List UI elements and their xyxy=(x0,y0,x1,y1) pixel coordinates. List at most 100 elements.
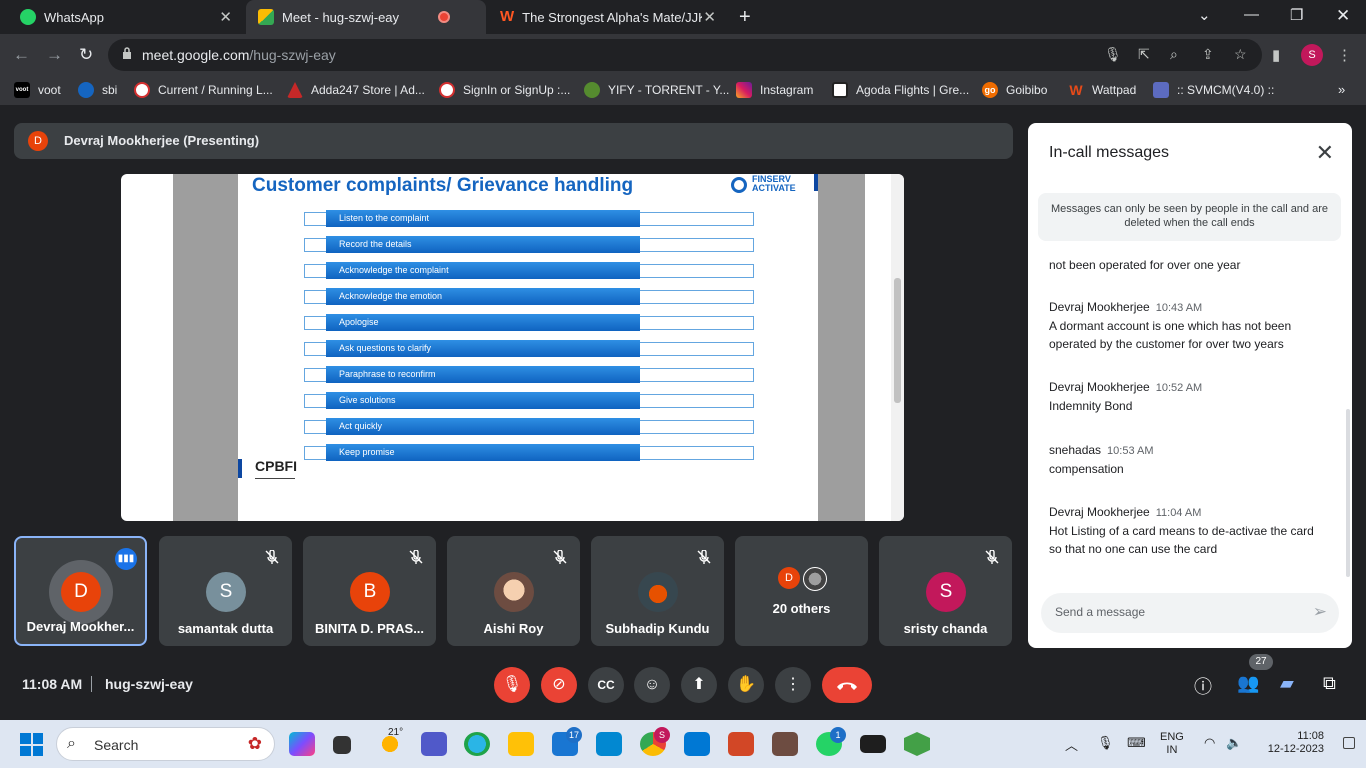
tab-title: The Strongest Alpha's Mate/JJK xyxy=(522,9,703,25)
leave-call-button[interactable] xyxy=(822,667,872,703)
present-button[interactable]: ⬆ xyxy=(681,667,717,703)
lock-icon xyxy=(123,47,131,59)
participant-name: sristy chanda xyxy=(903,621,988,636)
more-bookmarks-icon[interactable]: » xyxy=(1338,82,1345,97)
chat-message-input[interactable]: Send a message ➢ xyxy=(1041,593,1339,633)
wifi-icon[interactable]: ◠ xyxy=(1204,735,1215,751)
vscode-icon[interactable] xyxy=(684,732,710,756)
language-indicator[interactable]: ENG IN xyxy=(1160,731,1184,757)
tab-wattpad[interactable]: W The Strongest Alpha's Mate/JJK ✕ xyxy=(488,0,728,34)
chat-icon[interactable]: ▰ xyxy=(1280,673,1294,694)
browser-tab-bar: WhatsApp ✕ Meet - hug-szwj-eay W The Str… xyxy=(0,0,1366,34)
brand-text: FINSERV ACTIVATE xyxy=(752,175,796,193)
chat-title: In-call messages xyxy=(1049,144,1170,161)
mic-toggle-button[interactable]: 🎙 xyxy=(494,667,530,703)
open-external-icon[interactable]: ⇱ xyxy=(1138,46,1150,63)
terminal-icon[interactable] xyxy=(860,735,886,753)
meeting-info-icon[interactable]: ⓘ xyxy=(1194,673,1212,699)
back-icon[interactable]: ← xyxy=(13,45,30,65)
chat-message: snehadas 10:53 AM compensation xyxy=(1049,441,1329,478)
bookmark-yify[interactable]: YIFY - TORRENT - Y... xyxy=(584,82,729,98)
footer-accent-bar xyxy=(238,459,242,478)
mic-off-icon xyxy=(553,550,567,564)
finserv-logo-icon xyxy=(731,177,747,193)
captions-button[interactable]: CC xyxy=(588,667,624,703)
forward-icon[interactable]: → xyxy=(46,45,63,65)
restore-icon[interactable]: ❐ xyxy=(1290,6,1303,24)
bookmark-adda247[interactable]: Adda247 Store | Ad... xyxy=(287,82,425,98)
activities-icon[interactable]: ⧉ xyxy=(1323,673,1336,694)
notification-icon[interactable] xyxy=(1343,737,1355,749)
close-window-icon[interactable]: ✕ xyxy=(1336,6,1350,26)
bookmark-instagram[interactable]: Instagram xyxy=(736,82,813,98)
edge-icon[interactable] xyxy=(464,732,490,756)
others-tile[interactable]: D 20 others xyxy=(735,536,868,646)
emoji-icon: ☺ xyxy=(643,676,661,693)
participant-tile[interactable]: S samantak dutta xyxy=(159,536,292,646)
close-tab-icon[interactable]: ✕ xyxy=(219,8,232,26)
close-icon[interactable]: ✕ xyxy=(1316,140,1334,166)
bookmark-current-running[interactable]: Current / Running L... xyxy=(134,82,273,98)
nodejs-icon[interactable] xyxy=(904,732,930,756)
mic-off-icon xyxy=(985,550,999,564)
participant-tile[interactable]: S sristy chanda xyxy=(879,536,1012,646)
send-icon[interactable]: ➢ xyxy=(1313,602,1327,622)
message-text: Indemnity Bond xyxy=(1049,399,1133,413)
camera-toggle-button[interactable]: ⊘ xyxy=(541,667,577,703)
taskbar-clock[interactable]: 11:08 12-12-2023 xyxy=(1258,730,1324,756)
minimize-icon[interactable]: — xyxy=(1244,6,1259,23)
participant-tile[interactable]: B BINITA D. PRAS... xyxy=(303,536,436,646)
bookmark-signin[interactable]: SignIn or SignUp :... xyxy=(439,82,570,98)
meet-stage: D Devraj Mookherjee (Presenting) Custome… xyxy=(0,106,1366,720)
participant-tile[interactable]: Aishi Roy xyxy=(447,536,580,646)
participant-tile[interactable]: Subhadip Kundu xyxy=(591,536,724,646)
taskbar-search[interactable]: ⌕ Search ✿ xyxy=(56,727,275,761)
windows-start-icon[interactable] xyxy=(20,733,43,756)
tray-keyboard-icon[interactable]: ⌨ xyxy=(1127,735,1146,751)
tab-search-chevron-icon[interactable]: ⌄ xyxy=(1198,6,1211,24)
chat-scrollbar[interactable] xyxy=(1346,409,1350,577)
copilot-icon[interactable] xyxy=(289,732,315,756)
side-panel-icon[interactable]: ▮ xyxy=(1272,46,1280,64)
microphone-icon[interactable]: 🎙 xyxy=(1104,46,1122,63)
scrollbar-thumb[interactable] xyxy=(894,278,901,403)
file-explorer-icon[interactable] xyxy=(508,732,534,756)
remote-desktop-icon[interactable] xyxy=(596,732,622,756)
slide-step: Paraphrase to reconfirm xyxy=(326,366,640,383)
tab-whatsapp[interactable]: WhatsApp ✕ xyxy=(8,0,244,34)
bookmark-svmcm[interactable]: :: SVMCM(V4.0) :: xyxy=(1153,82,1274,98)
people-icon[interactable]: 👥 xyxy=(1237,673,1259,694)
bookmark-wattpad[interactable]: W Wattpad xyxy=(1068,82,1136,98)
message-text: Hot Listing of a card means to de-activa… xyxy=(1049,524,1314,556)
reactions-button[interactable]: ☺ xyxy=(634,667,670,703)
task-view-icon[interactable] xyxy=(333,736,351,754)
powerpoint-icon[interactable] xyxy=(728,732,754,756)
footer-underline xyxy=(255,478,295,479)
screen-scrollbar[interactable] xyxy=(891,174,904,521)
more-options-button[interactable]: ⋮ xyxy=(775,667,811,703)
tab-meet[interactable]: Meet - hug-szwj-eay xyxy=(246,0,486,34)
bookmark-agoda[interactable]: Agoda Flights | Gre... xyxy=(832,82,969,98)
bookmark-voot[interactable]: voot voot xyxy=(14,82,61,98)
bookmark-star-icon[interactable]: ☆ xyxy=(1234,46,1247,63)
participant-name: Subhadip Kundu xyxy=(605,621,710,636)
address-bar[interactable]: meet.google.com/hug-szwj-eay 🎙 ⇱ ⌕ ⇪ ☆ xyxy=(108,39,1262,71)
meet-icon xyxy=(258,9,274,25)
tray-overflow-icon[interactable]: ︿ xyxy=(1065,735,1078,754)
participant-tile[interactable]: D ▮▮▮ Devraj Mookher... xyxy=(14,536,147,646)
tray-mic-icon[interactable]: 🎙 xyxy=(1097,735,1114,751)
new-tab-icon[interactable]: + xyxy=(739,6,751,29)
menu-kebab-icon[interactable]: ⋮ xyxy=(1337,46,1352,64)
slide-step: Apologise xyxy=(326,314,640,331)
zoom-icon[interactable]: ⌕ xyxy=(1170,46,1178,63)
profile-avatar[interactable]: S xyxy=(1301,44,1323,66)
reload-icon[interactable]: ↻ xyxy=(79,45,93,65)
bookmark-goibibo[interactable]: go Goibibo xyxy=(982,82,1047,98)
volume-icon[interactable]: 🔈 xyxy=(1226,735,1242,751)
teams-icon[interactable] xyxy=(421,732,447,756)
bookmark-sbi[interactable]: sbi xyxy=(78,82,117,98)
raise-hand-button[interactable]: ✋ xyxy=(728,667,764,703)
close-tab-icon[interactable]: ✕ xyxy=(703,8,716,26)
media-app-icon[interactable] xyxy=(772,732,798,756)
share-icon[interactable]: ⇪ xyxy=(1202,46,1214,63)
